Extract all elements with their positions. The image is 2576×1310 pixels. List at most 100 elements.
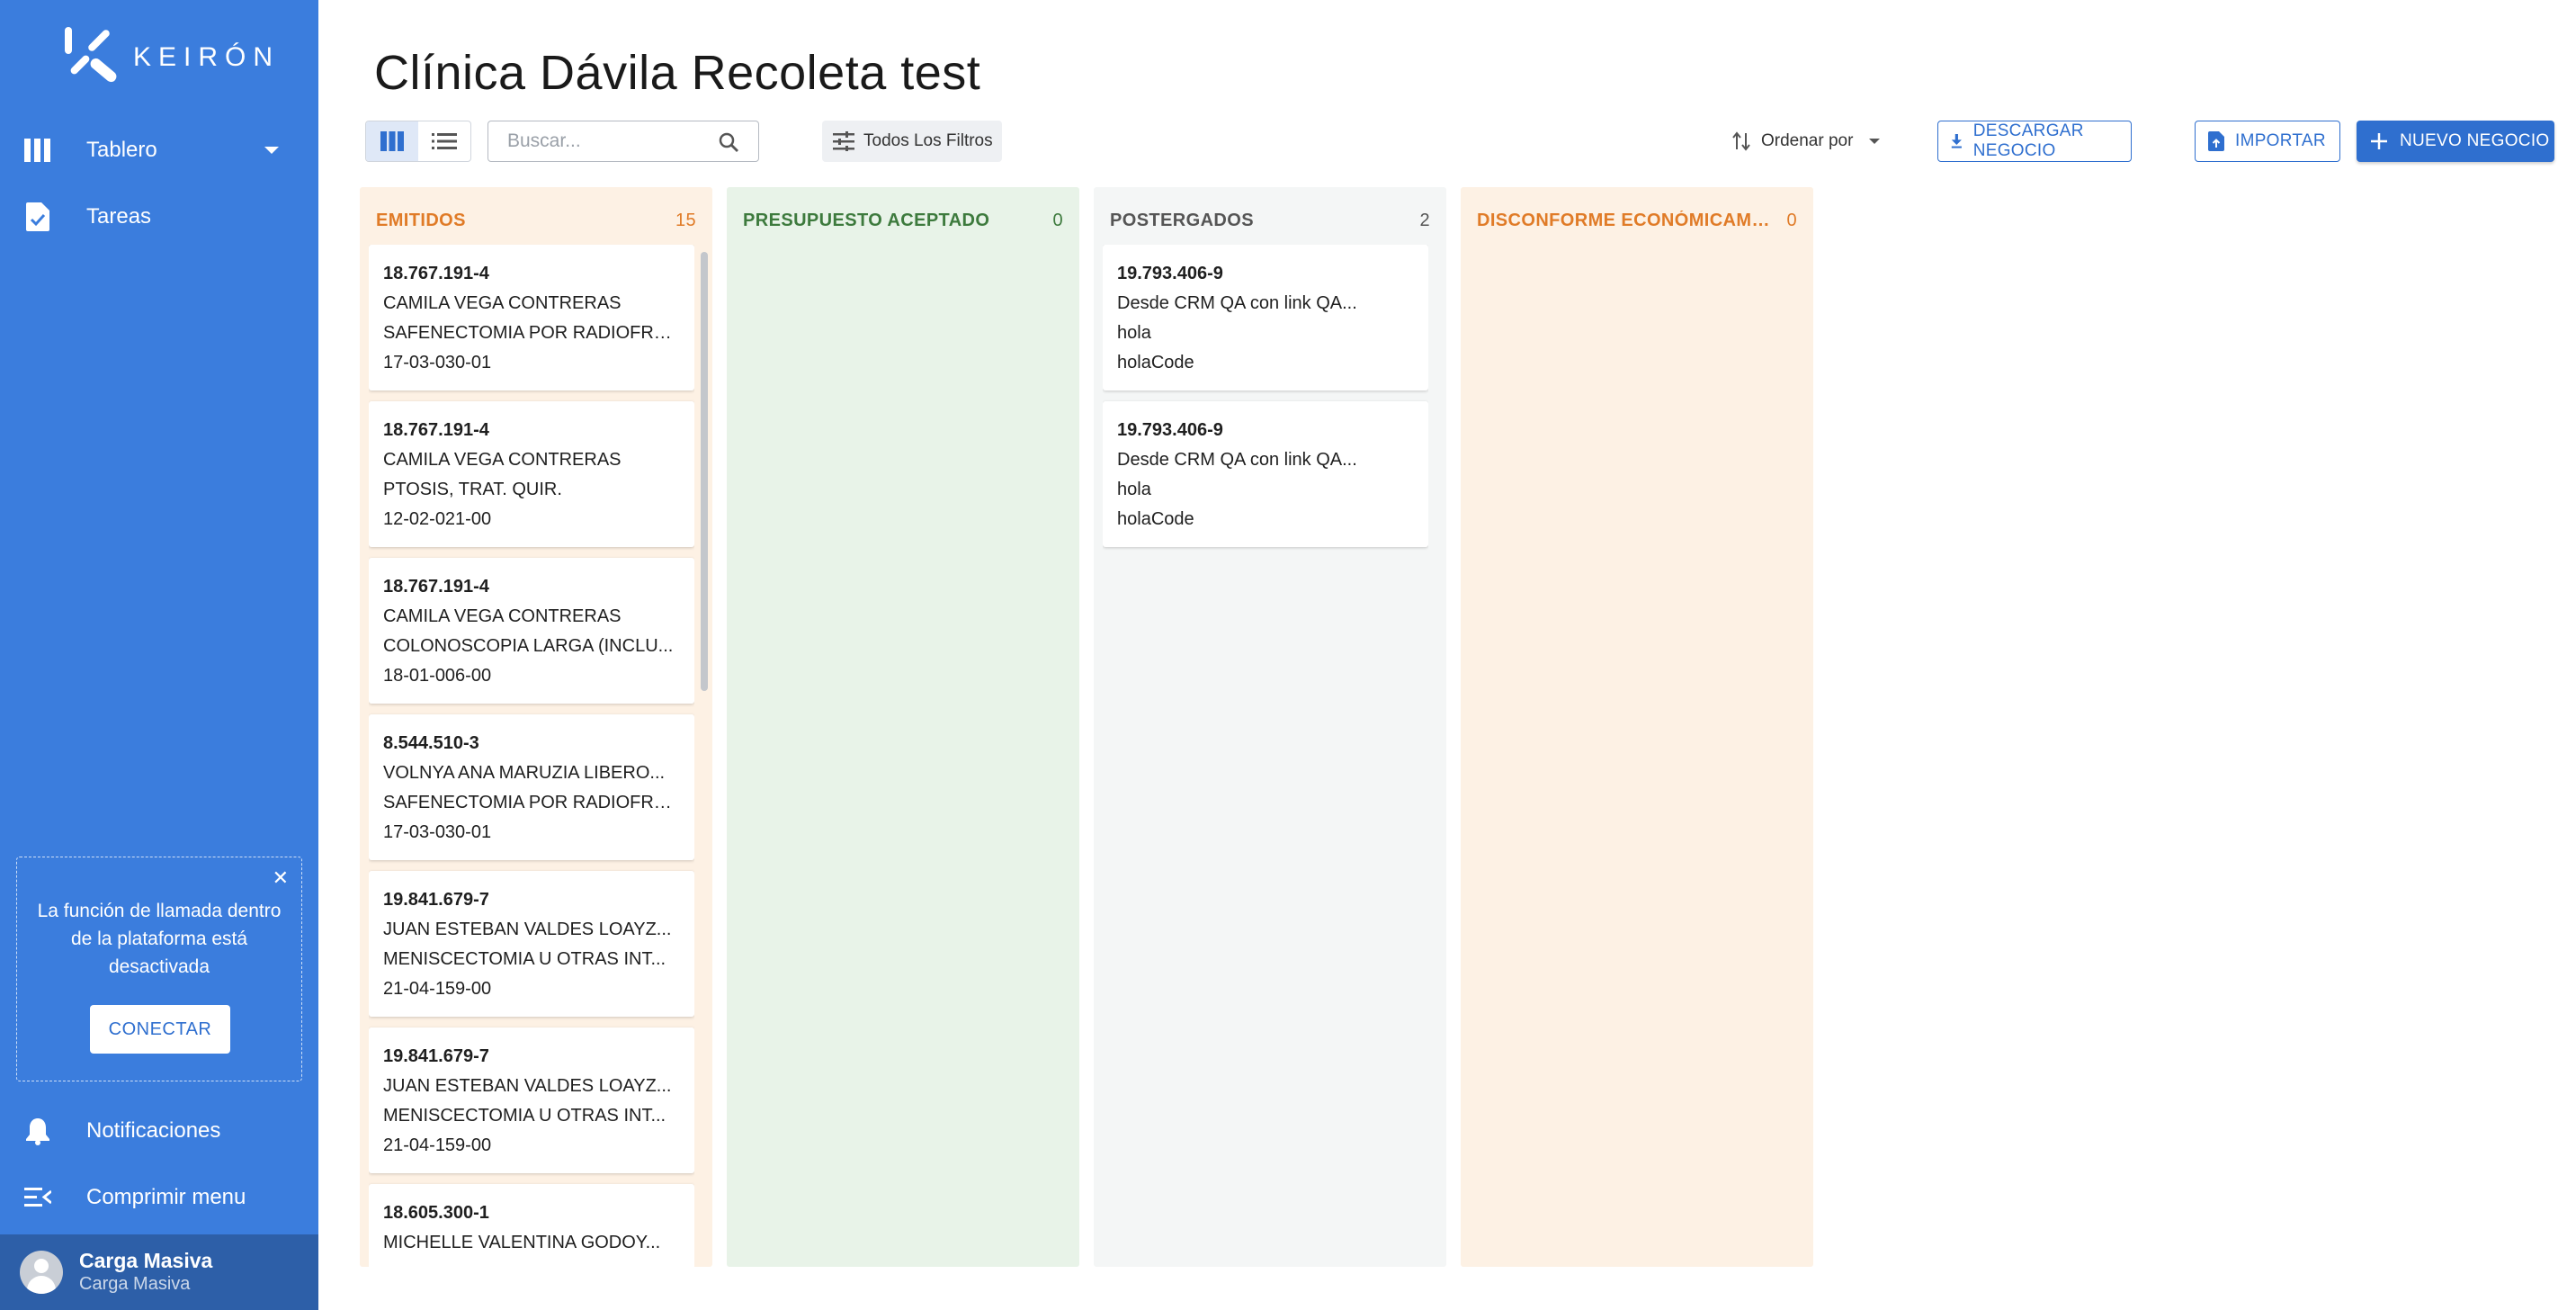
column-title: PRESUPUESTO ACEPTADO xyxy=(743,210,990,230)
deal-card[interactable]: 19.841.679-7 JUAN ESTEBAN VALDES LOAYZ...… xyxy=(369,871,694,1017)
card-code: 21-04-159-00 xyxy=(383,979,492,999)
column-header: PRESUPUESTO ACEPTADO 0 xyxy=(743,205,1063,236)
card-rut: 18.605.300-1 xyxy=(383,1203,489,1223)
sidebar-item-notificaciones[interactable]: Notificaciones xyxy=(0,1099,318,1162)
column-count: 0 xyxy=(1786,210,1797,230)
keiron-logo-icon xyxy=(65,27,117,83)
card-list[interactable] xyxy=(1470,245,1795,1267)
new-business-button[interactable]: NUEVO NEGOCIO xyxy=(2357,121,2554,162)
deal-card[interactable]: 19.793.406-9 Desde CRM QA con link QA... h… xyxy=(1103,245,1428,390)
card-rut: 18.767.191-4 xyxy=(383,577,489,597)
board-columns-icon xyxy=(22,134,54,166)
card-patient-name: JUAN ESTEBAN VALDES LOAYZ... xyxy=(383,1076,672,1096)
card-procedure: PTOSIS, TRAT. QUIR. xyxy=(383,480,562,499)
column-count: 2 xyxy=(1419,210,1430,230)
card-code: holaCode xyxy=(1117,509,1194,529)
sidebar-item-label: Tablero xyxy=(86,138,157,162)
column-disconforme-economicamente: DISCONFORME ECONÓMICAMEN... 0 xyxy=(1461,187,1813,1267)
column-count: 15 xyxy=(675,210,696,230)
card-patient-name: MICHELLE VALENTINA GODOY... xyxy=(383,1233,661,1252)
board-view-button[interactable] xyxy=(366,121,418,161)
sidebar-item-label: Notificaciones xyxy=(86,1118,221,1143)
card-list[interactable] xyxy=(736,245,1061,1267)
close-icon[interactable]: ✕ xyxy=(273,868,289,888)
all-filters-button[interactable]: Todos Los Filtros xyxy=(822,121,1002,162)
card-rut: 18.767.191-4 xyxy=(383,264,489,283)
logo-text: KEIRÓN xyxy=(133,42,281,72)
search-input[interactable] xyxy=(489,122,705,160)
sidebar: KEIRÓN Tablero Tareas ✕ La función de ll… xyxy=(0,0,318,1310)
deal-card[interactable]: 19.841.679-7 JUAN ESTEBAN VALDES LOAYZ...… xyxy=(369,1027,694,1173)
search-icon[interactable] xyxy=(719,132,738,152)
card-procedure: COLONOSCOPIA LARGA (INCLU... xyxy=(383,636,674,656)
deal-card[interactable]: 19.793.406-9 Desde CRM QA con link QA... h… xyxy=(1103,401,1428,547)
card-rut: 18.767.191-4 xyxy=(383,420,489,440)
deal-card[interactable]: 18.767.191-4 CAMILA VEGA CONTRERAS PTOSIS,… xyxy=(369,401,694,547)
sidebar-item-label: Tareas xyxy=(86,204,152,229)
card-list[interactable]: 19.793.406-9 Desde CRM QA con link QA... h… xyxy=(1103,245,1428,1267)
card-patient-name: VOLNYA ANA MARUZIA LIBERO... xyxy=(383,763,666,783)
sort-by-dropdown[interactable]: Ordenar por xyxy=(1732,121,1881,162)
card-patient-name: CAMILA VEGA CONTRERAS xyxy=(383,450,622,470)
column-count: 0 xyxy=(1052,210,1063,230)
search-box xyxy=(487,121,759,162)
collapse-menu-icon xyxy=(22,1181,54,1214)
scrollbar[interactable] xyxy=(700,245,709,1267)
card-code: holaCode xyxy=(1117,353,1194,372)
deal-card[interactable]: 18.767.191-4 CAMILA VEGA CONTRERAS SAFENEC… xyxy=(369,245,694,390)
card-patient-name: JUAN ESTEBAN VALDES LOAYZ... xyxy=(383,920,672,939)
user-name: Carga Masiva xyxy=(79,1249,213,1272)
download-business-label: DESCARGAR NEGOCIO xyxy=(1972,121,2084,160)
card-code: 12-02-021-00 xyxy=(383,509,492,529)
sidebar-item-tareas[interactable]: Tareas xyxy=(0,185,318,248)
card-patient-name: Desde CRM QA con link QA... xyxy=(1117,293,1357,313)
view-toggle xyxy=(365,121,471,162)
new-business-label: NUEVO NEGOCIO xyxy=(2400,131,2550,150)
column-header: POSTERGADOS 2 xyxy=(1110,205,1430,236)
card-code: 17-03-030-01 xyxy=(383,822,492,842)
download-icon xyxy=(1951,134,1962,148)
card-list[interactable]: 18.767.191-4 CAMILA VEGA CONTRERAS SAFENEC… xyxy=(369,245,694,1267)
card-code: 21-04-159-00 xyxy=(383,1135,492,1155)
card-rut: 19.841.679-7 xyxy=(383,890,489,910)
column-title: EMITIDOS xyxy=(376,210,466,230)
sidebar-item-comprimir-menu[interactable]: Comprimir menu xyxy=(0,1166,318,1229)
column-title: POSTERGADOS xyxy=(1110,210,1254,230)
board-columns-icon xyxy=(380,131,404,151)
card-procedure: MENISCECTOMIA U OTRAS INT... xyxy=(383,1106,666,1126)
card-code: 18-01-006-00 xyxy=(383,666,492,686)
sidebar-item-label: Comprimir menu xyxy=(86,1185,246,1209)
column-title: DISCONFORME ECONÓMICAMEN... xyxy=(1477,210,1780,230)
import-file-icon xyxy=(2208,131,2224,151)
list-icon xyxy=(432,133,457,149)
card-rut: 8.544.510-3 xyxy=(383,733,479,753)
import-label: IMPORTAR xyxy=(2235,131,2326,150)
sort-arrows-icon xyxy=(1732,131,1750,151)
call-notice-text: La función de llamada dentro de la plata… xyxy=(37,901,282,977)
page-title: Clínica Dávila Recoleta test xyxy=(374,46,981,100)
keiron-logo[interactable]: KEIRÓN xyxy=(61,25,280,90)
all-filters-label: Todos Los Filtros xyxy=(863,131,993,150)
import-button[interactable]: IMPORTAR xyxy=(2195,121,2340,162)
deal-card[interactable]: 18.605.300-1 MICHELLE VALENTINA GODOY... xyxy=(369,1184,694,1267)
deal-card[interactable]: 18.767.191-4 CAMILA VEGA CONTRERAS COLONOS… xyxy=(369,558,694,704)
scroll-thumb[interactable] xyxy=(701,252,708,691)
sort-by-label: Ordenar por xyxy=(1761,131,1854,150)
user-profile[interactable]: Carga Masiva Carga Masiva xyxy=(0,1234,318,1310)
card-procedure: hola xyxy=(1117,323,1151,343)
card-patient-name: CAMILA VEGA CONTRERAS xyxy=(383,606,622,626)
sidebar-item-tablero[interactable]: Tablero xyxy=(0,119,318,182)
call-feature-notice: ✕ La función de llamada dentro de la pla… xyxy=(16,857,302,1081)
column-header: DISCONFORME ECONÓMICAMEN... 0 xyxy=(1477,205,1797,236)
chevron-down-icon[interactable] xyxy=(264,147,279,154)
column-emitidos: EMITIDOS 15 18.767.191-4 CAMILA VEGA CONT… xyxy=(360,187,712,1267)
list-view-button[interactable] xyxy=(418,121,470,161)
card-code: 17-03-030-01 xyxy=(383,353,492,372)
column-header: EMITIDOS 15 xyxy=(376,205,696,236)
connect-button[interactable]: CONECTAR xyxy=(90,1005,230,1054)
deal-card[interactable]: 8.544.510-3 VOLNYA ANA MARUZIA LIBERO... S… xyxy=(369,714,694,860)
bell-icon xyxy=(22,1115,54,1147)
download-business-button[interactable]: DESCARGAR NEGOCIO xyxy=(1937,121,2132,162)
card-procedure: hola xyxy=(1117,480,1151,499)
card-procedure: SAFENECTOMIA POR RADIOFRE... xyxy=(383,793,680,812)
